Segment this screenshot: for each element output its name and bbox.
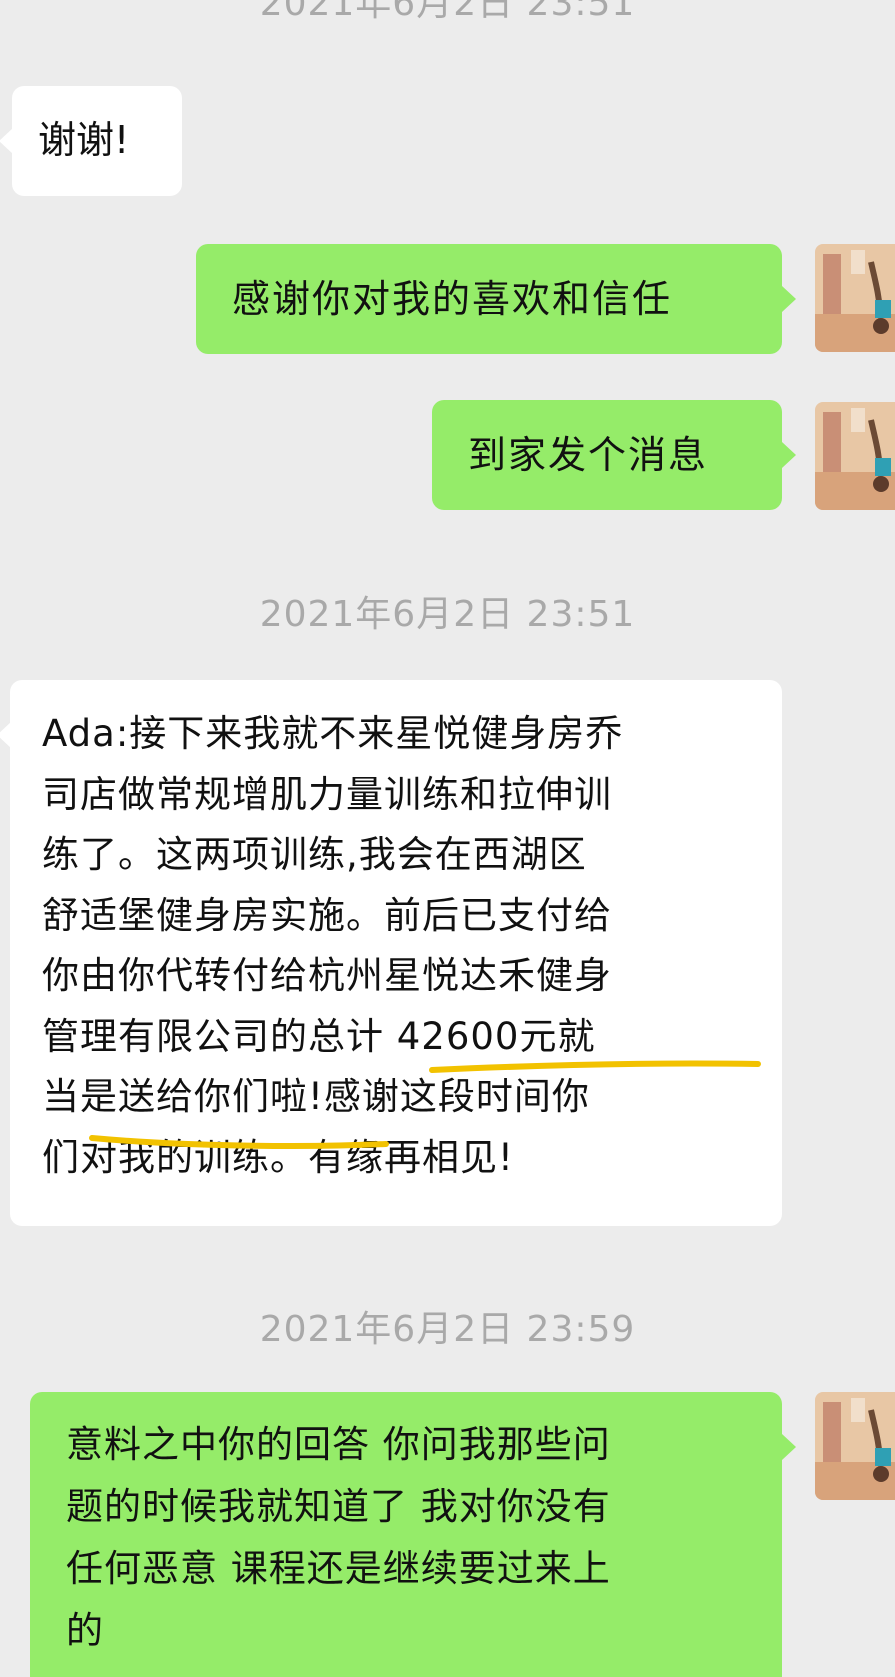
timestamp-2351: 2021年6月2日 23:51 xyxy=(259,594,636,635)
message-ada-text: Ada:接下来我就不来星悦健身房乔 司店做常规增肌力量训练和拉伸训 练了。这两项… xyxy=(42,712,624,1179)
message-thanks-text: 谢谢! xyxy=(38,118,130,162)
message-go-home-bubble[interactable]: 到家发个消息 xyxy=(432,400,796,510)
message-reply-bubble[interactable]: 意料之中你的回答 你问我那些问 题的时候我就知道了 我对你没有 任何恶意 课程还… xyxy=(30,1392,796,1677)
avatar-2[interactable] xyxy=(815,402,895,510)
message-thanks-bubble[interactable]: 谢谢! xyxy=(0,86,182,196)
chat-conversation: 2021年6月2日 23:51 谢谢! 感谢你对我的喜欢和信任 到家发个消息 2… xyxy=(0,0,895,1677)
yoga-headstand-avatar-icon xyxy=(815,244,895,352)
yoga-headstand-avatar-icon xyxy=(815,402,895,510)
message-gratitude-text: 感谢你对我的喜欢和信任 xyxy=(232,277,673,321)
message-gratitude-bubble[interactable]: 感谢你对我的喜欢和信任 xyxy=(196,244,796,354)
message-go-home-text: 到家发个消息 xyxy=(468,433,709,477)
timestamp-2359: 2021年6月2日 23:59 xyxy=(259,1309,636,1350)
timestamp-top-cutoff: 2021年6月2日 23:51 xyxy=(259,0,636,24)
message-reply-text: 意料之中你的回答 你问我那些问 题的时候我就知道了 我对你没有 任何恶意 课程还… xyxy=(66,1423,611,1652)
avatar-3[interactable] xyxy=(815,1392,895,1500)
yoga-headstand-avatar-icon xyxy=(815,1392,895,1500)
avatar-1[interactable] xyxy=(815,244,895,352)
message-ada-bubble[interactable]: Ada:接下来我就不来星悦健身房乔 司店做常规增肌力量训练和拉伸训 练了。这两项… xyxy=(0,680,782,1226)
